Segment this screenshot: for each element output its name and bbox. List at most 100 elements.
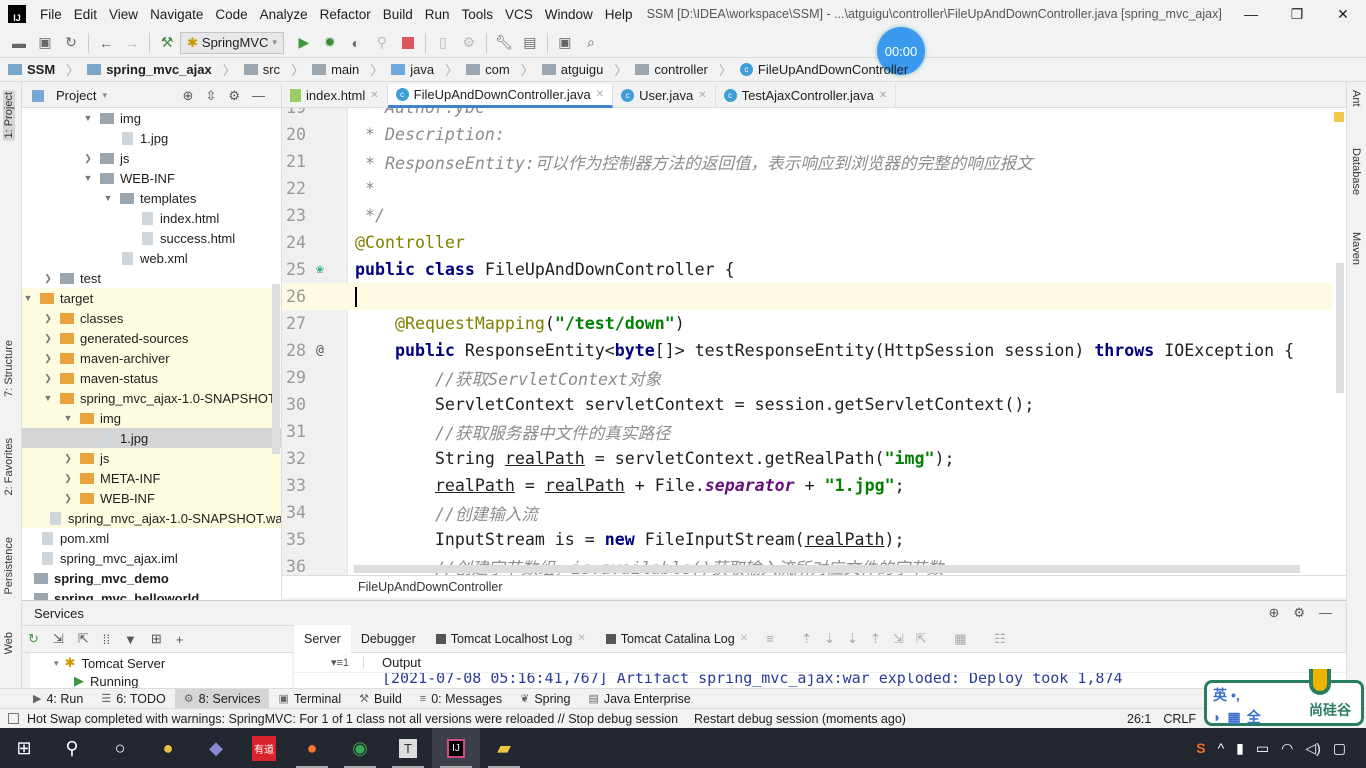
chevron-right-icon[interactable]: ❯: [42, 373, 54, 384]
project-scrollbar[interactable]: [272, 284, 280, 454]
intellij-icon[interactable]: IJ: [432, 728, 480, 768]
tree-item[interactable]: ❯ maven-status: [22, 368, 281, 388]
chevron-right-icon[interactable]: ❯: [42, 353, 54, 364]
editor-tab[interactable]: c User.java ✕: [613, 83, 716, 108]
tree-item[interactable]: index.html: [22, 208, 281, 228]
breadcrumb-item[interactable]: c FileUpAndDownController: [739, 62, 908, 77]
chrome-icon[interactable]: ◉: [336, 728, 384, 768]
tree-item[interactable]: ❯ js: [22, 448, 281, 468]
group-icon[interactable]: ⁞⁞: [103, 632, 110, 647]
tree-node-running[interactable]: ▶ Running: [30, 673, 292, 689]
output-options-icon[interactable]: ▾≡1: [294, 656, 364, 669]
project-structure-icon[interactable]: ▤: [518, 31, 542, 55]
tree-item[interactable]: pom.xml: [22, 528, 281, 548]
menu-file[interactable]: File: [34, 7, 68, 22]
status-message[interactable]: Hot Swap completed with warnings: Spring…: [27, 712, 678, 726]
run-icon[interactable]: ▶: [292, 31, 316, 55]
gear-icon[interactable]: ⚙: [228, 88, 252, 103]
add-icon[interactable]: +: [176, 632, 184, 647]
ime-mode[interactable]: 英: [1213, 685, 1227, 705]
breadcrumb-item[interactable]: spring_mvc_ajax 〉: [87, 60, 236, 79]
terminal-icon[interactable]: ▣: [553, 31, 577, 55]
profile-icon[interactable]: ⚲: [370, 31, 394, 55]
tree-item[interactable]: ❯ test: [22, 268, 281, 288]
close-tab-icon[interactable]: ✕: [879, 90, 887, 101]
tree-item[interactable]: ▼ target: [22, 288, 281, 308]
editor-breadcrumb[interactable]: FileUpAndDownController: [282, 575, 1346, 598]
caret-position[interactable]: 26:1: [1127, 712, 1151, 726]
wifi-icon[interactable]: ◠: [1281, 740, 1293, 757]
collapse-all-icon[interactable]: ⇳: [205, 88, 228, 103]
web-tool-button[interactable]: Web: [3, 632, 15, 654]
open-icon[interactable]: ▬: [7, 31, 31, 55]
ime-widget[interactable]: 英 •, ◗ ▦ 全 尚硅谷: [1204, 669, 1364, 726]
code-area[interactable]: 19 * Author:ybc20 * Description:21 * Res…: [282, 108, 1332, 575]
warning-indicator-icon[interactable]: [1334, 112, 1344, 122]
chevron-up-icon[interactable]: ^: [1218, 740, 1225, 756]
sync-icon[interactable]: ↻: [59, 31, 83, 55]
collapse-all-icon[interactable]: ⇱: [78, 631, 89, 647]
notification-icon[interactable]: ▢: [1333, 740, 1346, 757]
locate-icon[interactable]: ⊕: [1268, 605, 1293, 620]
gear-icon[interactable]: ⚙: [1293, 605, 1319, 620]
project-tool-button[interactable]: 1: Project: [3, 90, 15, 141]
save-icon[interactable]: ▣: [33, 31, 57, 55]
chevron-right-icon[interactable]: ❯: [42, 313, 54, 324]
filter-icon[interactable]: ▼: [124, 632, 137, 647]
tree-item[interactable]: ▼ templates: [22, 188, 281, 208]
tree-node-tomcat[interactable]: ▾ ✱ Tomcat Server: [30, 653, 292, 673]
file-explorer-icon[interactable]: ▰: [480, 728, 528, 768]
tool-tab[interactable]: ⚒ Build: [350, 689, 411, 709]
spring-bean-icon[interactable]: ❀: [316, 262, 324, 277]
horizontal-scrollbar[interactable]: [354, 565, 1300, 573]
breadcrumb-item[interactable]: controller 〉: [635, 60, 732, 79]
services-tab[interactable]: Tomcat Localhost Log ✕: [426, 632, 596, 646]
chevron-down-icon[interactable]: ▼: [82, 113, 94, 123]
close-tab-icon[interactable]: ✕: [370, 90, 378, 101]
app-paw-icon[interactable]: ●: [144, 728, 192, 768]
tree-item[interactable]: ❯ maven-archiver: [22, 348, 281, 368]
editor-tab[interactable]: index.html ✕: [282, 83, 388, 108]
services-tab[interactable]: Debugger: [351, 632, 426, 646]
search-icon[interactable]: ⌕: [579, 31, 603, 55]
services-tab[interactable]: Server: [294, 624, 351, 653]
chevron-right-icon[interactable]: ❯: [42, 273, 54, 284]
ant-tool-button[interactable]: Ant: [1350, 90, 1362, 107]
tree-item[interactable]: spring_mvc_helloworld: [22, 588, 281, 600]
menu-tools[interactable]: Tools: [456, 7, 500, 22]
tree-item[interactable]: ❯ generated-sources: [22, 328, 281, 348]
menu-navigate[interactable]: Navigate: [144, 7, 209, 22]
typora-icon[interactable]: T: [384, 728, 432, 768]
tool-tab[interactable]: ▣ Terminal: [269, 689, 350, 709]
debug-icon[interactable]: ✹: [318, 31, 342, 55]
editor-tab[interactable]: c TestAjaxController.java ✕: [716, 83, 897, 108]
chevron-right-icon[interactable]: ❯: [62, 493, 74, 504]
hide-icon[interactable]: —: [252, 88, 277, 103]
persistence-tool-button[interactable]: Persistence: [3, 537, 15, 594]
tree-item[interactable]: ▼ spring_mvc_ajax-1.0-SNAPSHOT: [22, 388, 281, 408]
stop-icon[interactable]: [396, 31, 420, 55]
tree-item[interactable]: 1.jpg: [22, 128, 281, 148]
chevron-right-icon[interactable]: ❯: [42, 333, 54, 344]
restore-button[interactable]: ❐: [1274, 6, 1320, 23]
request-mapping-icon[interactable]: @: [316, 343, 324, 358]
app-dolphin-icon[interactable]: ◆: [192, 728, 240, 768]
menu-code[interactable]: Code: [209, 7, 253, 22]
tree-item[interactable]: ▼ img: [22, 108, 281, 128]
menu-window[interactable]: Window: [539, 7, 599, 22]
back-icon[interactable]: ←: [94, 31, 118, 55]
chevron-down-icon[interactable]: ▼: [42, 393, 54, 403]
chevron-right-icon[interactable]: ❯: [62, 473, 74, 484]
forward-icon[interactable]: →: [120, 31, 144, 55]
build-hammer-icon[interactable]: ⚒: [155, 31, 179, 55]
tree-item[interactable]: spring_mvc_ajax.iml: [22, 548, 281, 568]
search-icon[interactable]: ⚲: [48, 728, 96, 768]
new-tab-icon[interactable]: ⊞: [151, 631, 162, 647]
chevron-down-icon[interactable]: ▼: [22, 293, 34, 303]
volume-icon[interactable]: ◁): [1305, 740, 1320, 757]
tool-tab[interactable]: ▶ 4: Run: [24, 689, 92, 709]
tree-item[interactable]: spring_mvc_demo: [22, 568, 281, 588]
firefox-icon[interactable]: ●: [288, 728, 336, 768]
menu-view[interactable]: View: [103, 7, 144, 22]
menu-refactor[interactable]: Refactor: [314, 7, 377, 22]
